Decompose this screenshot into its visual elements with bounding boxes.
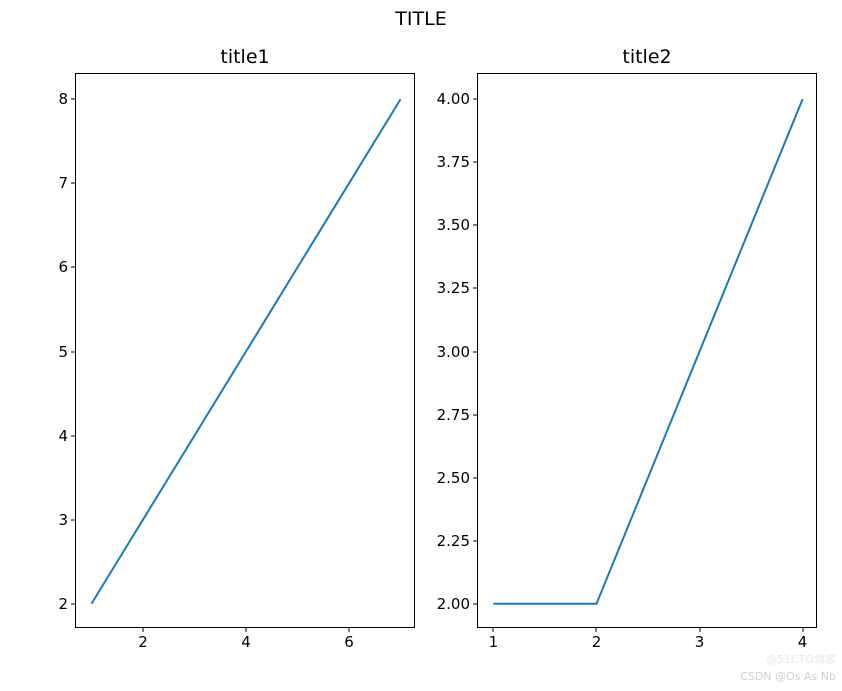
xtick-label: 6 [344, 627, 354, 651]
ytick-label: 3.00 [437, 343, 478, 361]
ytick-label: 6 [58, 258, 76, 276]
ytick-label: 4.00 [437, 90, 478, 108]
subplot-2: title2 2.002.252.502.753.003.253.503.754… [477, 73, 817, 628]
subplot-1: title1 2345678246 [75, 73, 415, 628]
subplot-2-line [493, 99, 802, 604]
ytick-label: 2.50 [437, 469, 478, 487]
figure-suptitle: TITLE [0, 8, 842, 30]
xtick-label: 3 [695, 627, 705, 651]
ytick-label: 5 [58, 343, 76, 361]
subplot-1-plot [76, 74, 414, 627]
ytick-label: 2.00 [437, 595, 478, 613]
xtick-label: 4 [798, 627, 808, 651]
ytick-label: 4 [58, 427, 76, 445]
subplot-1-line [91, 99, 400, 604]
subplot-1-title: title1 [76, 46, 414, 68]
ytick-label: 7 [58, 174, 76, 192]
ytick-label: 3 [58, 511, 76, 529]
ytick-label: 3.25 [437, 279, 478, 297]
xtick-label: 4 [241, 627, 251, 651]
ytick-label: 2.75 [437, 406, 478, 424]
watermark-51cto: @51CTO博客 [766, 651, 836, 667]
xtick-label: 2 [592, 627, 602, 651]
xtick-label: 2 [138, 627, 148, 651]
ytick-label: 8 [58, 90, 76, 108]
subplot-2-title: title2 [478, 46, 816, 68]
ytick-label: 2 [58, 595, 76, 613]
ytick-label: 3.50 [437, 216, 478, 234]
watermark-csdn: CSDN @Os As Nb [740, 670, 836, 683]
xtick-label: 1 [489, 627, 499, 651]
ytick-label: 2.25 [437, 532, 478, 550]
ytick-label: 3.75 [437, 153, 478, 171]
subplot-2-plot [478, 74, 816, 627]
